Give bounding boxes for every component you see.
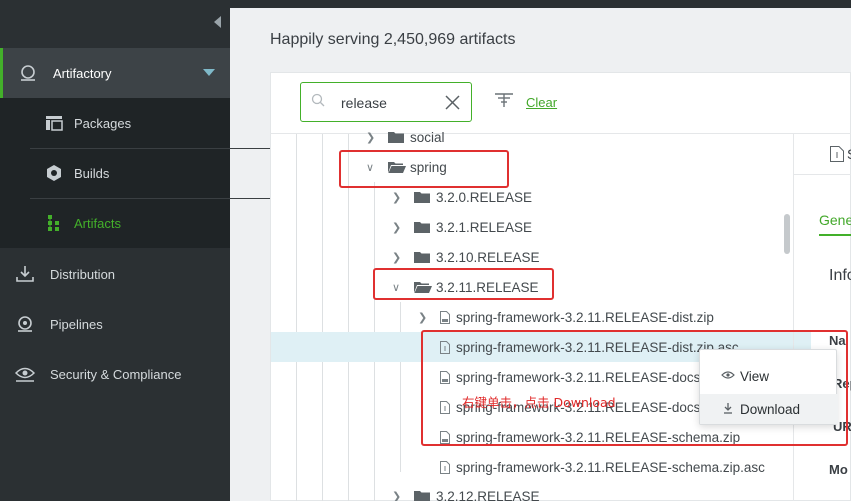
tree-row-label: 3.2.10.RELEASE bbox=[436, 249, 540, 265]
sidebar-item-pipelines[interactable]: Pipelines bbox=[0, 299, 230, 349]
sidebar-item-artifactory[interactable]: Artifactory bbox=[0, 48, 230, 98]
sidebar-item-packages[interactable]: Packages bbox=[30, 98, 276, 148]
folder-icon bbox=[414, 221, 430, 233]
artifactory-icon bbox=[17, 62, 39, 84]
tree-row-label: 3.2.1.RELEASE bbox=[436, 219, 533, 235]
context-menu-label: View bbox=[740, 368, 770, 384]
folder-icon bbox=[388, 131, 404, 143]
chevron-right-icon[interactable]: ❯ bbox=[392, 191, 402, 204]
context-menu-label: Download bbox=[740, 401, 801, 417]
tree-row[interactable]: ❯ spring-framework-3.2.11.RELEASE-dist.z… bbox=[418, 302, 714, 332]
tree-row[interactable]: spring-framework-3.2.11.RELEASE-schema.z… bbox=[440, 452, 765, 482]
search-box bbox=[300, 82, 472, 122]
divider bbox=[794, 174, 851, 175]
page-title: Happily serving 2,450,969 artifacts bbox=[270, 31, 516, 48]
chevron-right-icon[interactable]: ❯ bbox=[392, 490, 402, 501]
sidebar-item-label: Security & Compliance bbox=[50, 366, 182, 382]
tree-guide bbox=[400, 302, 401, 472]
pipelines-icon bbox=[14, 313, 36, 335]
chevron-right-icon[interactable]: ❯ bbox=[418, 311, 428, 324]
tree-row-label: social bbox=[410, 129, 445, 145]
chevron-right-icon[interactable]: ❯ bbox=[392, 221, 402, 234]
chevron-right-icon[interactable]: ❯ bbox=[366, 131, 376, 144]
tree-row[interactable]: ❯ 3.2.12.RELEASE bbox=[392, 481, 540, 501]
field-label: Mo bbox=[829, 462, 848, 477]
info-heading: Info bbox=[829, 267, 851, 284]
file-tab-icon[interactable] bbox=[830, 146, 844, 167]
packages-icon bbox=[44, 113, 64, 133]
eye-icon bbox=[14, 363, 36, 385]
sidebar-item-distribution[interactable]: Distribution bbox=[0, 249, 230, 299]
sidebar-item-label: Pipelines bbox=[50, 316, 103, 332]
sidebar-item-label: Builds bbox=[74, 165, 110, 181]
chevron-down-icon bbox=[203, 69, 215, 76]
tab-label[interactable]: S bbox=[847, 146, 851, 162]
sidebar-item-label: Packages bbox=[74, 115, 132, 131]
zip-file-icon bbox=[440, 310, 450, 324]
context-menu-view[interactable]: View bbox=[700, 361, 838, 391]
tab-general[interactable]: Gene bbox=[819, 212, 851, 228]
tree-guide bbox=[348, 134, 349, 501]
sidebar-item-label: Artifactory bbox=[53, 65, 112, 81]
eye-icon bbox=[720, 370, 736, 383]
sidebar-item-security[interactable]: Security & Compliance bbox=[0, 349, 230, 399]
highlight-box-release bbox=[373, 268, 554, 300]
annotation-text: 右键单击，点击 Download bbox=[462, 395, 616, 410]
top-bar bbox=[230, 0, 851, 8]
artifacts-icon bbox=[44, 213, 64, 233]
filter-icon[interactable] bbox=[494, 92, 514, 113]
builds-icon bbox=[44, 163, 64, 183]
file-icon bbox=[440, 460, 450, 474]
context-menu: View Download bbox=[699, 349, 838, 425]
sidebar: Artifactory Packages Builds Artifacts Di… bbox=[0, 0, 276, 501]
distribution-icon bbox=[14, 263, 36, 285]
divider bbox=[270, 133, 851, 134]
tree-row-label: 3.2.0.RELEASE bbox=[436, 189, 533, 205]
folder-icon bbox=[414, 251, 430, 263]
sidebar-item-label: Artifacts bbox=[74, 215, 121, 231]
folder-icon bbox=[414, 191, 430, 203]
tree-row-label: 3.2.12.RELEASE bbox=[436, 488, 540, 501]
chevron-right-icon[interactable]: ❯ bbox=[392, 251, 402, 264]
search-input[interactable] bbox=[341, 93, 441, 113]
tree-row[interactable]: ❯ 3.2.1.RELEASE bbox=[392, 212, 532, 242]
tree-row[interactable]: ❯ social bbox=[366, 122, 445, 152]
clear-search-icon[interactable] bbox=[445, 95, 460, 115]
sidebar-item-label: Distribution bbox=[50, 266, 116, 282]
tree-row-label: spring-framework-3.2.11.RELEASE-dist.zip bbox=[456, 309, 714, 325]
sidebar-item-builds[interactable]: Builds bbox=[30, 148, 276, 198]
clear-filter-link[interactable]: Clear bbox=[526, 95, 557, 110]
collapse-sidebar-icon[interactable] bbox=[214, 16, 221, 28]
download-icon bbox=[720, 402, 736, 417]
highlight-box-spring bbox=[339, 150, 509, 188]
active-tab-indicator bbox=[819, 234, 851, 236]
search-icon bbox=[311, 93, 325, 112]
tree-guide bbox=[322, 134, 323, 501]
tree-row-label: spring-framework-3.2.11.RELEASE-schema.z… bbox=[456, 459, 765, 475]
sidebar-item-artifacts[interactable]: Artifacts bbox=[30, 198, 276, 248]
context-menu-download[interactable]: Download bbox=[700, 394, 838, 424]
folder-icon bbox=[414, 490, 430, 501]
tree-scrollbar[interactable] bbox=[784, 214, 790, 254]
artifactory-submenu: Packages Builds Artifacts bbox=[0, 98, 276, 248]
tree-guide bbox=[296, 134, 297, 501]
